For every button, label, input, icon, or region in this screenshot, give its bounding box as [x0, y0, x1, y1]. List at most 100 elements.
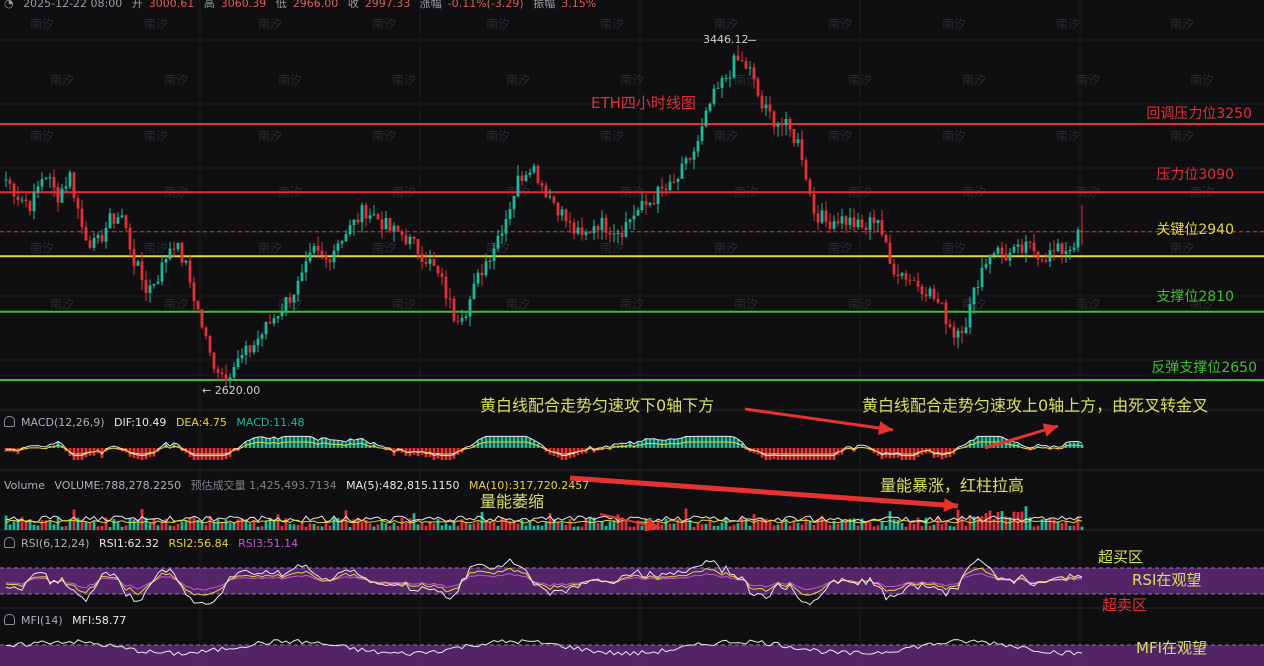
volume-bar: [796, 523, 800, 530]
candle-body: [736, 55, 740, 61]
volume-bar: [124, 525, 128, 530]
watermark-text: 南汐: [144, 16, 168, 31]
volume-bar: [76, 517, 80, 530]
candle-body: [776, 124, 780, 127]
volume-bar: [192, 517, 196, 530]
candles: [4, 39, 1084, 389]
candle-body: [432, 259, 436, 266]
volume-bar: [84, 521, 88, 530]
candle-body: [360, 205, 364, 223]
watermark-text: 南汐: [1056, 16, 1080, 31]
volume-bar: [948, 525, 952, 530]
watermark-text: 南汐: [144, 240, 168, 255]
volume-bar: [580, 526, 584, 530]
candle-body: [284, 297, 288, 312]
volume-bar: [884, 525, 888, 530]
candle-body: [140, 261, 144, 280]
candle-body: [788, 118, 792, 130]
candle-body: [912, 279, 916, 281]
low-value: 2966.00: [292, 0, 339, 10]
watermark-text: 南汐: [600, 16, 624, 31]
candle-body: [600, 217, 604, 231]
candle-body: [288, 297, 292, 303]
watermark-text: 南汐: [1170, 128, 1194, 143]
alert-bell-icon[interactable]: [4, 537, 15, 548]
volume-bar: [612, 520, 616, 530]
candle-body: [296, 280, 300, 295]
candle-body: [908, 279, 912, 281]
candle-body: [864, 227, 868, 231]
volume-bar: [980, 516, 984, 530]
candle-body: [724, 77, 728, 79]
candle-body: [164, 259, 168, 263]
candle-body: [712, 88, 716, 104]
candle-body: [1068, 249, 1072, 252]
alert-bell-icon[interactable]: [4, 416, 15, 427]
rsi1: RSI1:62.32: [98, 537, 160, 550]
candle-body: [856, 219, 860, 228]
candle-body: [492, 248, 496, 261]
candle-body: [1032, 242, 1036, 252]
candle-body: [488, 260, 492, 262]
volume-bar: [540, 525, 544, 530]
volume-bar: [876, 525, 880, 530]
volume-bar: [296, 525, 300, 530]
watermark-text: 南汐: [372, 240, 396, 255]
candle-body: [836, 221, 840, 224]
volume-bar: [212, 522, 216, 530]
candle-body: [1020, 244, 1024, 253]
candle-body: [312, 246, 316, 253]
volume-bar: [72, 509, 76, 530]
candle-body: [636, 210, 640, 216]
volume-bar: [448, 525, 452, 530]
watermark-text: 南汐: [1170, 240, 1194, 255]
chart-title: ETH四小时线图: [591, 94, 696, 112]
volume-bar: [388, 525, 392, 530]
volume-bar: [988, 510, 992, 530]
candle-body: [220, 372, 224, 375]
candle-body: [572, 222, 576, 234]
volume-bar: [408, 518, 412, 530]
candle-body: [40, 178, 44, 187]
watermark-text: 南汐: [620, 72, 644, 87]
volume-bar: [976, 517, 980, 530]
volume-bar: [696, 522, 700, 530]
volume-bar: [304, 526, 308, 530]
volume-bar: [920, 526, 924, 530]
candle-body: [752, 67, 756, 79]
volume-bar: [536, 525, 540, 530]
candle-body: [456, 320, 460, 322]
candle-body: [464, 316, 468, 319]
volume-bar: [800, 524, 804, 530]
candle-body: [964, 327, 968, 333]
rsi3: RSI3:51.14: [238, 537, 299, 550]
candle-body: [344, 234, 348, 242]
candle-body: [1064, 251, 1068, 254]
candle-body: [208, 336, 212, 353]
candle-body: [416, 239, 420, 254]
candle-body: [804, 160, 808, 180]
watermark-text: 南汐: [600, 128, 624, 143]
candle-body: [228, 377, 232, 381]
watermark-text: 南汐: [392, 72, 416, 87]
alert-bell-icon[interactable]: [4, 614, 15, 625]
candle-body: [500, 233, 504, 236]
candle-body: [992, 253, 996, 256]
volume-bar: [724, 517, 728, 530]
candle-body: [568, 221, 572, 223]
volume-bar: [440, 525, 444, 530]
volume-bar: [748, 525, 752, 530]
candle-body: [160, 262, 164, 282]
volume-bar: [532, 525, 536, 530]
watermark-text: 南汐: [258, 128, 282, 143]
candle-body: [1016, 244, 1020, 247]
candle-body: [352, 219, 356, 226]
candle-body: [20, 199, 24, 201]
rsi-status-label: RSI在观望: [1132, 571, 1202, 589]
candle-body: [252, 345, 256, 353]
candle-body: [888, 242, 892, 264]
low-marker: ← 2620.00: [202, 384, 261, 397]
volume-bar: [132, 519, 136, 530]
volume-title: Volume: [4, 479, 45, 492]
volume-bar: [484, 521, 488, 530]
